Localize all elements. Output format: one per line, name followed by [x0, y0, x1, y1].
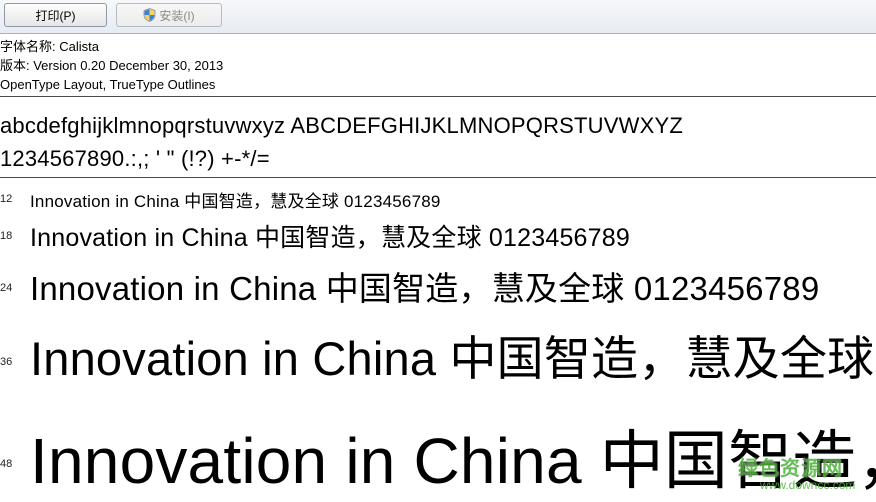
divider-top: [0, 96, 876, 97]
sample-text: Innovation in China 中国智造，慧及全球 0123456789: [30, 224, 630, 252]
watermark-url: www.downcc.com: [760, 478, 856, 492]
install-button-label: 安装(I): [159, 9, 195, 23]
watermark: 绿色资源网 www.downcc.com: [738, 452, 876, 499]
sample-size-label: 48: [0, 458, 13, 470]
sample-size-label: 24: [0, 282, 13, 294]
divider-bottom: [0, 177, 876, 178]
charset-letters: abcdefghijklmnopqrstuvwxyz ABCDEFGHIJKLM…: [0, 113, 683, 138]
font-version: 版本: Version 0.20 December 30, 2013: [0, 58, 224, 73]
sample-text: Innovation in China 中国智造，慧及全球 0123456789: [30, 270, 820, 307]
sample-size-label: 36: [0, 356, 13, 368]
print-button[interactable]: 打印(P): [4, 3, 107, 27]
font-type: OpenType Layout, TrueType Outlines: [0, 77, 216, 92]
sample-size-label: 18: [0, 230, 13, 242]
install-button[interactable]: 安装(I): [116, 3, 222, 27]
font-info: 字体名称: Calista 版本: Version 0.20 December …: [0, 37, 223, 94]
uac-shield-icon: [143, 8, 156, 22]
charset-digits: 1234567890.:,; ' " (!?) +-*/=: [0, 146, 270, 171]
toolbar: 打印(P) 安装(I): [0, 0, 876, 34]
print-button-label: 打印(P): [35, 9, 76, 23]
sample-text: Innovation in China 中国智造，慧及全球 0123456789: [30, 192, 441, 211]
font-name: 字体名称: Calista: [0, 39, 99, 54]
sample-text: Innovation in China 中国智造，慧及全球 0123456789: [30, 332, 876, 385]
sample-size-label: 12: [0, 193, 13, 205]
watermark-name: 绿色资源网: [738, 458, 843, 480]
